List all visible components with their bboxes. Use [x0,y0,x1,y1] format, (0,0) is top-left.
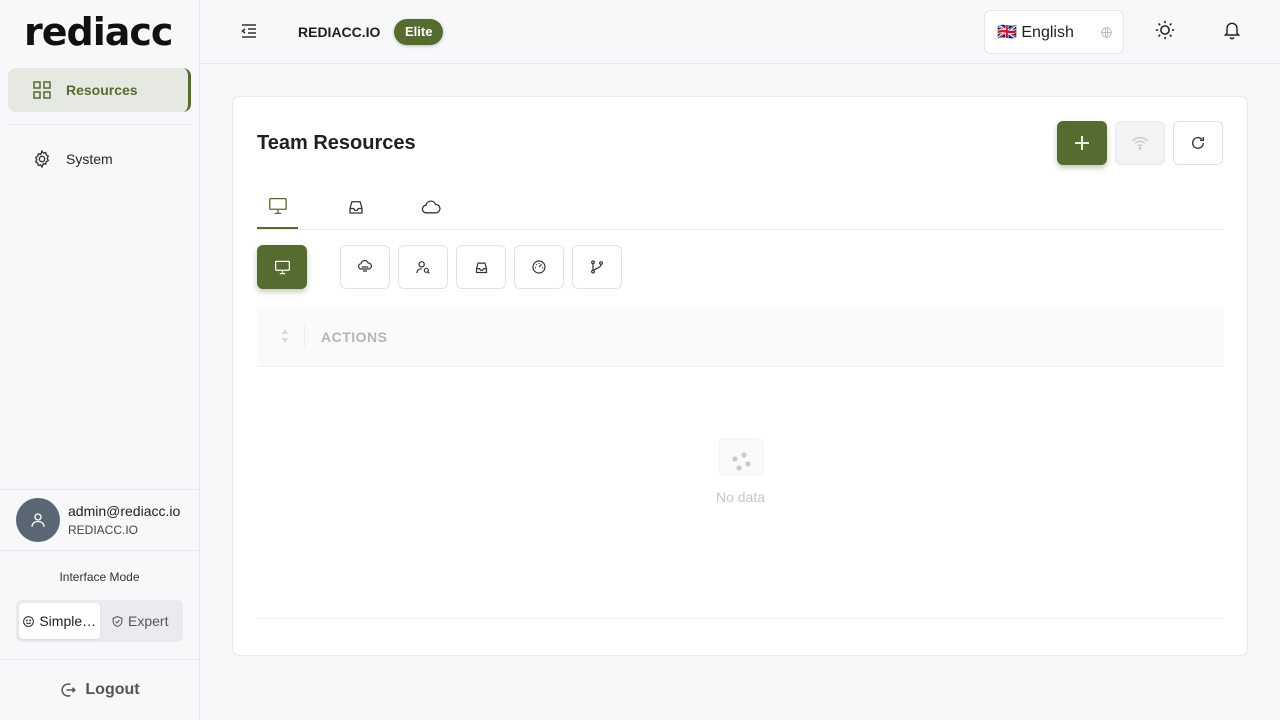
sidebar-item-label: System [66,151,113,167]
tab-cloud[interactable] [410,185,451,229]
sidebar-item-label: Resources [66,82,138,98]
bell-icon [1223,22,1241,40]
table-bottom-border [257,618,1224,619]
sidebar-item-system[interactable]: System [8,137,191,181]
loading-spinner-icon [717,437,765,479]
branch-icon [591,260,603,274]
user-org: REDIACC.IO [68,523,139,537]
theme-toggle-button[interactable] [1154,19,1176,41]
cloud-icon [421,200,441,214]
filter-cloud-button[interactable] [340,245,390,289]
language-select[interactable]: 🇬🇧 English [984,10,1124,54]
mode-expert-option[interactable]: Expert [100,603,181,639]
avatar [16,498,60,542]
page-title: Team Resources [257,132,416,154]
interface-mode-label: Interface Mode [59,570,140,584]
plan-badge: Elite [394,19,444,45]
column-separator [304,325,305,347]
user-email: admin@rediacc.io [68,503,181,519]
plus-icon [1075,136,1089,150]
menu-fold-icon [241,24,256,38]
tab-storage[interactable] [335,185,376,229]
table-empty-state: No data [257,437,1224,505]
resource-tabs [257,185,1224,230]
table-header: ACTIONS [257,307,1224,367]
sidebar: rediacc Resources System admin@rediacc.i… [0,0,200,720]
tab-machines[interactable] [257,185,298,229]
desktop-icon [274,260,290,274]
add-resource-button[interactable] [1057,121,1107,165]
sun-icon [1155,20,1175,40]
team-resources-card: Team Resources ACTIONS No data [232,96,1248,656]
user-search-icon [416,261,430,274]
nav-divider [8,124,191,125]
inbox-icon [348,201,363,214]
smile-icon [22,615,35,628]
reload-icon [1192,136,1204,149]
org-name: REDIACC.IO [298,24,381,40]
notifications-button[interactable] [1222,19,1242,41]
user-icon [31,513,45,527]
inbox-icon [475,262,487,273]
collapse-sidebar-button[interactable] [240,22,258,40]
desktop-icon [268,197,287,215]
grid-icon [32,80,52,100]
column-header-actions: ACTIONS [321,329,388,345]
sort-icon[interactable] [281,328,289,344]
sidebar-item-resources[interactable]: Resources [8,68,191,112]
top-header: REDIACC.IO Elite 🇬🇧 English [200,0,1280,64]
wifi-icon [1132,137,1148,150]
logout-button[interactable]: Logout [0,672,199,708]
shield-icon [111,615,124,628]
filter-users-button[interactable] [398,245,448,289]
connection-button[interactable] [1115,121,1165,165]
filter-branches-button[interactable] [572,245,622,289]
mode-simple-option[interactable]: Simple… [19,603,100,639]
language-value: 🇬🇧 English [997,24,1074,41]
cloud-server-icon [357,260,372,272]
gear-icon [32,149,52,169]
filter-dashboard-button[interactable] [514,245,564,289]
user-profile[interactable]: admin@rediacc.io REDIACC.IO [0,489,199,551]
app-logo[interactable]: rediacc [24,12,173,52]
empty-text: No data [715,489,766,505]
globe-icon [1100,26,1113,39]
filter-storage-button[interactable] [456,245,506,289]
refresh-button[interactable] [1173,121,1223,165]
filter-machines-button[interactable] [257,245,307,289]
logout-divider [0,659,199,660]
logout-icon [59,681,77,699]
interface-mode-switch: Simple… Expert [16,600,183,642]
dashboard-icon [532,260,546,274]
